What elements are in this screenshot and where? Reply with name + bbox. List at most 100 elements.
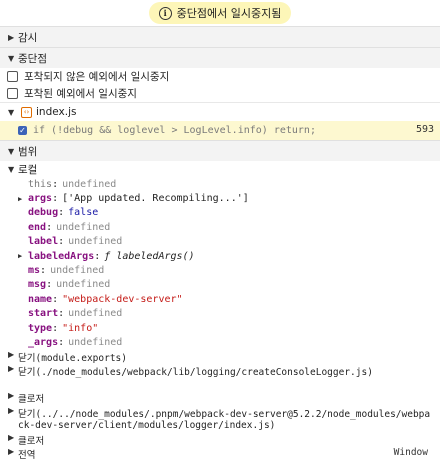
expand-right-icon: ▶ — [8, 32, 15, 42]
property-key: type — [28, 322, 53, 334]
local-scope-header[interactable]: ▼ 로컬 — [0, 161, 440, 177]
property-key: start — [28, 308, 59, 320]
scope-label: 범위 — [18, 145, 38, 158]
property-colon: : — [58, 336, 65, 348]
property-key: end — [28, 221, 47, 233]
closure-scope-row[interactable]: ▶ 클로저 — [0, 433, 440, 448]
uncaught-exceptions-checkbox[interactable] — [7, 71, 18, 82]
scope-property-row[interactable]: ▶ labeledArgs: ƒ labeledArgs() — [0, 249, 440, 263]
breakpoint-code: if (!debug && loglevel > LogLevel.info) … — [33, 125, 316, 136]
expand-right-icon: ▶ — [8, 391, 15, 401]
breakpoints-label: 중단점 — [18, 52, 47, 65]
global-scope-label: 전역 — [18, 450, 36, 462]
property-value: "webpack-dev-server" — [62, 293, 183, 305]
uncaught-exceptions-label: 포착되지 않은 예외에서 일시중지 — [24, 71, 170, 83]
closure-list: ▶ 닫기(module.exports) ▶ 닫기(./node_modules/we… — [0, 350, 440, 448]
paused-label: 중단점에서 일시중지됨 — [176, 7, 282, 20]
property-colon: : — [58, 236, 65, 248]
closure-scope-row[interactable]: ▶ 닫기(../../node_modules/.pnpm/webpack-dev… — [0, 406, 440, 433]
scope-property-row[interactable]: ▶ args: ['App updated. Recompiling...'] — [0, 191, 440, 205]
expand-right-icon: ▶ — [8, 364, 15, 374]
property-key: msg — [28, 279, 47, 291]
watch-label: 감시 — [18, 31, 38, 44]
scope-property-row: label: undefined — [0, 235, 440, 249]
caught-exceptions-label: 포착된 예외에서 일시중지 — [24, 88, 137, 100]
info-icon: i — [158, 6, 172, 20]
collapse-down-icon: ▼ — [8, 146, 15, 156]
paused-banner: i 중단점에서 일시중지됨 — [0, 0, 440, 26]
property-key: this — [28, 178, 53, 190]
property-colon: : — [58, 207, 65, 219]
property-value: false — [68, 207, 99, 219]
property-key: _args — [28, 336, 59, 348]
property-value: "info" — [62, 322, 99, 334]
closure-scope-label: 닫기(module.exports) — [18, 352, 127, 364]
breakpoint-file-name: index.js — [36, 106, 77, 118]
closure-scope-row[interactable]: ▶ 닫기(module.exports) — [0, 350, 440, 365]
scope-property-row: ms: undefined — [0, 263, 440, 277]
scope-property-row: start: undefined — [0, 307, 440, 321]
global-scope-row[interactable]: ▶ 전역 Window — [0, 447, 434, 462]
property-colon: : — [52, 293, 59, 305]
scope-section-header[interactable]: ▼ 범위 — [0, 140, 440, 161]
breakpoint-enabled-checkbox[interactable]: ✓ — [18, 126, 27, 135]
expand-right-icon: ▶ — [18, 252, 23, 261]
property-colon: : — [52, 193, 59, 205]
property-value: undefined — [68, 308, 123, 320]
watch-section-header[interactable]: ▶ 감시 — [0, 26, 440, 47]
breakpoint-line-number: 593 — [415, 124, 434, 135]
collapse-down-icon: ▼ — [8, 164, 15, 174]
property-colon: : — [94, 250, 101, 262]
closure-scope-row[interactable]: ▶ 닫기(./node_modules/webpack/lib/logging/c… — [0, 364, 440, 391]
scope-property-row: msg: undefined — [0, 278, 440, 292]
paused-pill: i 중단점에서 일시중지됨 — [148, 2, 292, 24]
collapse-down-icon: ▼ — [8, 53, 15, 63]
scope-property-row: _args: undefined — [0, 335, 440, 349]
property-value: undefined — [50, 265, 105, 277]
property-colon: : — [46, 221, 53, 233]
closure-scope-label: 클로저 — [18, 435, 45, 447]
collapse-down-icon: ▼ — [8, 107, 15, 117]
breakpoint-file-row[interactable]: ▼ ‹› index.js — [0, 102, 440, 121]
local-scope-properties: this: undefined ▶ args: ['App updated. Recom… — [0, 177, 440, 350]
closure-scope-label: 닫기(./node_modules/webpack/lib/logging/cr… — [18, 367, 373, 379]
expand-right-icon: ▶ — [8, 447, 15, 457]
caught-exceptions-option[interactable]: 포착된 예외에서 일시중지 — [0, 85, 440, 102]
property-key: ms — [28, 265, 41, 277]
property-value: ƒ labeledArgs() — [104, 250, 195, 262]
property-key: args — [28, 193, 53, 205]
breakpoints-section-header[interactable]: ▼ 중단점 — [0, 47, 440, 68]
expand-right-icon: ▶ — [8, 432, 15, 442]
property-key: label — [28, 236, 59, 248]
property-key: labeledArgs — [28, 250, 95, 262]
local-scope-label: 로컬 — [18, 163, 38, 176]
scope-property-row: this: undefined — [0, 177, 440, 191]
expand-right-icon: ▶ — [8, 349, 15, 359]
scope-property-row: end: undefined — [0, 220, 440, 234]
scope-property-row: type: "info" — [0, 321, 440, 335]
caught-exceptions-checkbox[interactable] — [7, 88, 18, 99]
property-colon: : — [40, 265, 47, 277]
closure-scope-label: 클로저 — [18, 394, 45, 406]
property-colon: : — [46, 279, 53, 291]
property-value: undefined — [56, 221, 111, 233]
property-key: name — [28, 293, 53, 305]
property-value: undefined — [68, 236, 123, 248]
breakpoint-item[interactable]: ✓ if (!debug && loglevel > LogLevel.info… — [0, 121, 440, 140]
closure-scope-label: 닫기(../../node_modules/.pnpm/webpack-dev-… — [18, 408, 431, 431]
property-colon: : — [52, 322, 59, 334]
scope-property-row: debug: false — [0, 206, 440, 220]
property-colon: : — [58, 308, 65, 320]
property-value: undefined — [62, 178, 117, 190]
scope-property-row: name: "webpack-dev-server" — [0, 292, 440, 306]
property-key: debug — [28, 207, 59, 219]
property-value: ['App updated. Recompiling...'] — [62, 193, 249, 205]
expand-right-icon: ▶ — [18, 194, 23, 203]
js-file-icon: ‹› — [21, 106, 32, 118]
property-colon: : — [52, 178, 59, 190]
expand-right-icon: ▶ — [8, 405, 15, 415]
property-value: undefined — [56, 279, 111, 291]
closure-scope-row[interactable]: ▶ 클로저 — [0, 391, 440, 406]
global-scope-value: Window — [393, 447, 428, 459]
uncaught-exceptions-option[interactable]: 포착되지 않은 예외에서 일시중지 — [0, 68, 440, 85]
